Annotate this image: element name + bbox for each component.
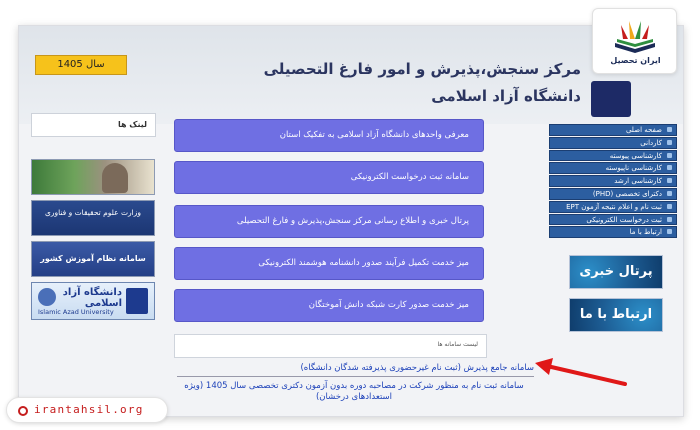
service-button-news-portal[interactable]: پرتال خبری و اطلاع رسانی مرکز سنجش،پذیرش…: [174, 205, 484, 238]
nav-item-home[interactable]: صفحه اصلی: [549, 124, 677, 136]
site-header: مرکز سنجش،پذیرش و امور فارغ التحصیلی دان…: [19, 26, 683, 124]
service-button-diploma[interactable]: میز خدمت تکمیل فرآیند صدور دانشنامه هوشم…: [174, 247, 484, 280]
logo-text: ایران تحصیل: [610, 56, 661, 65]
dot-icon: [18, 406, 28, 416]
education-system-thumb[interactable]: سامانه نظام آموزش کشور: [31, 241, 155, 277]
service-button-alumni-card[interactable]: میز خدمت صدور کارت شبکه دانش آموختگان: [174, 289, 484, 322]
leader-website-thumb[interactable]: [31, 159, 155, 195]
nav-item-associate[interactable]: کاردانی: [549, 136, 677, 149]
site-url-badge: irantahsil.org: [6, 397, 168, 423]
nav-item-bachelor-discontinuous[interactable]: کارشناسی ناپیوسته: [549, 162, 677, 175]
systems-list-header: لیست سامانه ها: [174, 334, 487, 358]
nav-item-contact[interactable]: ارتباط با ما: [549, 226, 677, 239]
azad-name-fa: دانشگاه آزاد اسلامی: [62, 287, 122, 309]
nav-item-master[interactable]: کارشناسی ارشد: [549, 175, 677, 187]
book-logo-icon: [615, 21, 655, 53]
portrait-icon: [102, 163, 128, 193]
service-button-electronic-request[interactable]: سامانه ثبت درخواست الکترونیکی: [174, 161, 484, 194]
contact-us-banner[interactable]: ارتباط با ما: [569, 298, 663, 332]
service-button-units[interactable]: معرفی واحدهای دانشگاه آزاد اسلامی به تفک…: [174, 119, 484, 152]
nav-item-ept[interactable]: ثبت نام و اعلام نتیجه آزمون EPT: [549, 200, 677, 213]
nav-item-electronic-request[interactable]: ثبت درخواست الکترونیکی: [549, 213, 677, 226]
systems-list-title: لیست سامانه ها: [437, 341, 478, 348]
admission-system-link[interactable]: سامانه جامع پذیرش (ثبت نام غیرحضوری پذیر…: [177, 363, 534, 377]
right-nav-menu: صفحه اصلی کاردانی کارشناسی پیوسته کارشنا…: [549, 124, 677, 239]
nav-item-phd[interactable]: دکترای تخصصی (PHD): [549, 187, 677, 200]
header-title: مرکز سنجش،پذیرش و امور فارغ التحصیلی: [263, 60, 581, 78]
news-portal-banner[interactable]: پرتال خبری: [569, 255, 663, 289]
nav-item-bachelor-continuous[interactable]: کارشناسی پیوسته: [549, 149, 677, 162]
site-url: irantahsil.org: [34, 403, 144, 416]
azad-university-thumb[interactable]: دانشگاه آزاد اسلامی Islamic Azad Univers…: [31, 282, 155, 320]
red-arrow-icon: [535, 358, 627, 386]
phd-registration-link[interactable]: سامانه ثبت نام به منظور شرکت در مصاحبه د…: [174, 381, 534, 403]
azad-name-en: Islamic Azad University: [38, 308, 114, 316]
irantahsil-logo: ایران تحصیل: [592, 8, 677, 74]
azad-logo-icon: [126, 288, 148, 314]
browser-page: مرکز سنجش،پذیرش و امور فارغ التحصیلی دان…: [18, 25, 684, 417]
university-emblem-icon: [591, 81, 631, 117]
year-badge: سال 1405: [35, 55, 127, 75]
header-subtitle: دانشگاه آزاد اسلامی: [431, 87, 581, 105]
links-panel-title: لینک ها: [31, 113, 156, 137]
ministry-link-thumb[interactable]: وزارت علوم تحقیقات و فناوری: [31, 200, 155, 236]
